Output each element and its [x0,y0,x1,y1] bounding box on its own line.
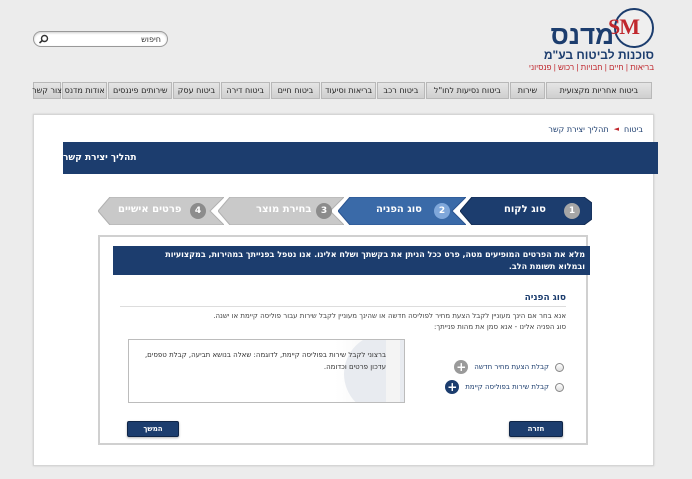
nav-item-contact[interactable]: צור קשר [32,82,62,99]
nav-item-travel-insurance[interactable]: ביטוח נסיעות לחו"ל [425,82,510,99]
logo-tagline: סוכנות לביטוח בע"מ [543,48,654,62]
search-box [33,31,168,47]
back-button[interactable]: חזרה [509,421,563,437]
inquiry-form: מלא את הפרטים המופיעים מטה, פרט ככל הנית… [98,235,590,445]
nav-item-financial-services[interactable]: שירותים פיננסים [108,82,173,99]
section-divider [120,306,566,307]
step-inquiry-type[interactable]: 2 סוג הפניה [338,197,466,225]
section-title: סוג הפניה [524,293,566,303]
nav-item-car-insurance[interactable]: ביטוח רכב [377,82,425,99]
step-1-number: 1 [564,203,580,219]
section-description-line-2: סוג הפניה אלינו - אנא סמן את מהות פנייתך… [434,323,566,331]
option-info-box: ברצוני לקבל שירות בפוליסה קיימת, לדוגמה:… [128,339,405,403]
search-input[interactable] [52,33,161,45]
step-2-label: סוג הפניה [376,204,422,215]
step-4-number: 4 [190,203,206,219]
logo-name: מדנס [550,20,614,50]
step-3-label: בחירת מוצר [256,204,312,215]
main-nav: ביטוח אחריות מקצועית שירות ביטוח נסיעות … [32,82,652,99]
wizard-steps: 4 פרטים אישיים 3 בחירת מוצר 2 סוג הפניה … [98,197,592,225]
section-description-line-1: אנא בחר אם הינך מעוניין לקבל הצעת מחיר ל… [213,312,566,320]
page-title: תהליך יצירת קשר [63,142,658,174]
instructions-banner: מלא את הפרטים המופיעים מטה, פרט ככל הנית… [113,246,590,275]
main-panel: ביטוח ◄ תהליך יצירת קשר תהליך יצירת קשר … [33,114,658,466]
option-existing-policy-service[interactable]: קבלת שירות בפוליסה קיימת + [445,379,564,395]
step-4-label: פרטים אישיים [118,204,182,215]
breadcrumb-home-link[interactable]: ביטוח [624,125,643,134]
nav-item-health-care[interactable]: בריאות וסיעוד [321,82,377,99]
search-icon[interactable] [38,34,50,44]
step-3-number: 3 [316,203,332,219]
option-new-quote-label: קבלת הצעת מחיר חדשה [474,363,549,371]
nav-item-life-insurance[interactable]: ביטוח חיים [270,82,321,99]
step-2-number: 2 [434,203,450,219]
radio-existing-policy-service[interactable] [555,382,564,392]
nav-item-service[interactable]: שירות [510,82,545,99]
brand-logo[interactable]: SM מדנס סוכנות לביטוח בע"מ בריאות | חיים… [528,8,656,72]
option-new-quote[interactable]: קבלת הצעת מחיר חדשה + [454,359,564,375]
instructions-line-1: מלא את הפרטים המופיעים מטה, פרט ככל הנית… [165,250,585,259]
plus-icon[interactable]: + [454,360,469,374]
nav-item-professional-liability[interactable]: ביטוח אחריות מקצועית [545,82,652,99]
option-info-text: ברצוני לקבל שירות בפוליסה קיימת, לדוגמה:… [144,351,386,371]
nav-item-business-insurance[interactable]: ביטוח עסק [173,82,220,99]
breadcrumb-current-link[interactable]: תהליך יצירת קשר [548,125,608,134]
plus-icon[interactable]: + [445,380,460,394]
radio-new-quote[interactable] [555,362,564,372]
instructions-line-2: ובמלוא תשומת הלב. [508,262,585,271]
step-customer-type[interactable]: 1 סוג לקוח [460,197,592,225]
next-button[interactable]: המשך [127,421,179,437]
section-description: אנא בחר אם הינך מעוניין לקבל הצעת מחיר ל… [213,311,566,333]
step-1-label: סוג לקוח [504,204,546,215]
step-product-selection[interactable]: 3 בחירת מוצר [218,197,344,225]
logo-sub-tagline: בריאות | חיים | חבויות | רכוש | פנסיוני [528,63,654,72]
step-personal-details[interactable]: 4 פרטים אישיים [98,197,224,225]
nav-item-home-insurance[interactable]: ביטוח דירה [220,82,270,99]
option-existing-policy-label: קבלת שירות בפוליסה קיימת [465,383,549,391]
breadcrumb: ביטוח ◄ תהליך יצירת קשר [548,125,643,134]
breadcrumb-separator-icon: ◄ [613,125,619,133]
nav-item-about[interactable]: אודות מדנס [62,82,108,99]
